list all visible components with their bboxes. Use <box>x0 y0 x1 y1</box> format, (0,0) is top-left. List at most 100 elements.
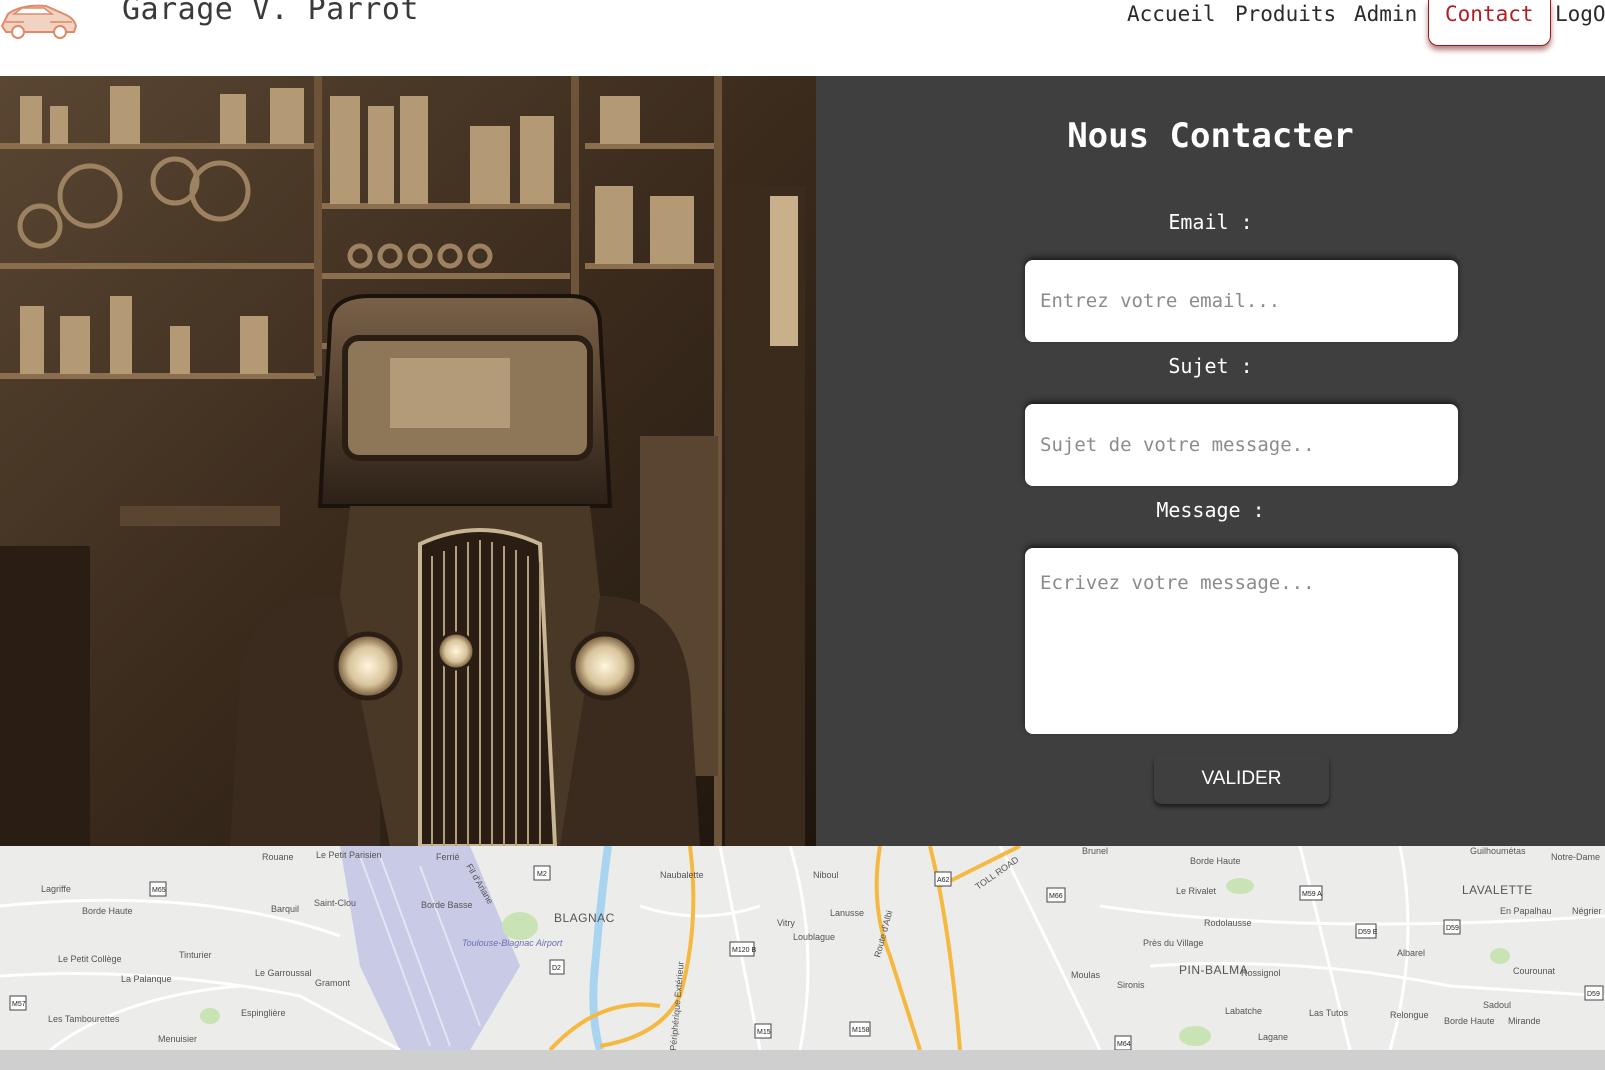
map-label: Relongue <box>1390 1010 1429 1020</box>
svg-text:M59 A: M59 A <box>1302 891 1322 898</box>
map-label: Lagane <box>1258 1032 1288 1042</box>
map-label: Naubalette <box>660 870 704 880</box>
road-shield: M59 A <box>1299 885 1323 901</box>
svg-text:M158: M158 <box>852 1027 870 1034</box>
map-label: Guilhoumétas <box>1470 846 1526 856</box>
map-label: Espinglière <box>241 1008 286 1018</box>
svg-text:D59 E: D59 E <box>1358 929 1378 936</box>
map-label: Moulas <box>1071 970 1101 980</box>
road-shield: M57 <box>9 995 27 1011</box>
map-label: Brunel <box>1082 846 1108 856</box>
location-map[interactable]: Rouane Le Petit Parisien Ferrié Fil d'Ar… <box>0 846 1605 1050</box>
nav-produits[interactable]: Produits <box>1235 0 1336 44</box>
road-shield: M65 <box>149 881 167 897</box>
road-shield: M120 B <box>729 941 756 957</box>
minor-roads <box>0 846 1605 1050</box>
map-label: Près du Village <box>1143 938 1203 948</box>
road-shield: D2 <box>549 959 565 975</box>
map-label: Le Petit Collège <box>58 954 122 964</box>
map-label: LAVALETTE <box>1462 883 1533 897</box>
map-label: Menuisier <box>158 1034 197 1044</box>
svg-text:M66: M66 <box>1049 893 1063 900</box>
map-label: Borde Haute <box>1190 856 1241 866</box>
svg-text:D2: D2 <box>552 965 561 972</box>
svg-text:D59: D59 <box>1587 991 1600 998</box>
svg-text:M65: M65 <box>152 887 166 894</box>
road-shield: D59 <box>1443 919 1461 935</box>
map-label: Borde Basse <box>421 900 473 910</box>
contact-form-panel: Nous Contacter Email : Sujet : Message :… <box>816 76 1605 846</box>
svg-text:M64: M64 <box>1117 1041 1131 1048</box>
map-label: Notre-Dame <box>1551 852 1600 862</box>
map-label: Mirande <box>1508 1016 1541 1026</box>
road-shield: M15 <box>754 1023 772 1039</box>
map-label: Courounat <box>1513 966 1556 976</box>
map-canvas[interactable]: Rouane Le Petit Parisien Ferrié Fil d'Ar… <box>0 846 1605 1050</box>
map-label: Loublague <box>793 932 835 942</box>
map-label: Les Tambourettes <box>48 1014 120 1024</box>
map-label: Borde Haute <box>82 906 133 916</box>
map-label: Borde Haute <box>1444 1016 1495 1026</box>
map-label: Lagriffe <box>41 884 71 894</box>
svg-text:M15: M15 <box>757 1029 771 1036</box>
road-shield: M158 <box>849 1021 871 1037</box>
submit-button[interactable]: VALIDER <box>1154 754 1329 804</box>
svg-text:M120 B: M120 B <box>732 947 756 954</box>
road-shield: A62 <box>934 871 952 887</box>
svg-text:M2: M2 <box>537 871 547 878</box>
map-label: Barquil <box>271 904 299 914</box>
site-title: Garage V. Parrot <box>122 0 419 27</box>
road-shield: D59 E <box>1355 923 1378 939</box>
map-label: La Palanque <box>121 974 172 984</box>
map-label: Tinturier <box>179 950 212 960</box>
road-shield: M66 <box>1046 887 1066 903</box>
map-label: Albarel <box>1397 948 1425 958</box>
nav-logout[interactable]: LogOut <box>1555 0 1605 44</box>
subject-label: Sujet : <box>1168 354 1253 378</box>
map-label: Le Rivalet <box>1176 886 1217 896</box>
map-label: En Papalhau <box>1500 906 1552 916</box>
map-label: Négrier <box>1572 906 1602 916</box>
map-label: Périphérique Extérieur <box>668 961 686 1050</box>
road-shield: M64 <box>1114 1035 1132 1050</box>
map-label: Rodolausse <box>1204 918 1252 928</box>
map-label: Niboul <box>813 870 839 880</box>
car-logo-icon[interactable] <box>0 0 80 40</box>
map-label: Le Petit Parisien <box>316 850 382 860</box>
svg-text:M57: M57 <box>12 1001 26 1008</box>
map-label: Route d'Albi <box>872 909 894 958</box>
message-field[interactable] <box>1025 548 1458 734</box>
site-header: Garage V. Parrot Accueil Produits Admin … <box>0 0 1605 76</box>
message-label: Message : <box>1156 498 1265 522</box>
map-label: Rossignol <box>1241 968 1281 978</box>
nav-accueil[interactable]: Accueil <box>1127 0 1216 44</box>
page-bottom-bar <box>0 1050 1605 1070</box>
map-label: Labatche <box>1225 1006 1262 1016</box>
road-shield: M2 <box>533 865 551 881</box>
map-label: PIN-BALMA <box>1179 963 1248 977</box>
map-label: Lanusse <box>830 908 864 918</box>
subject-field[interactable] <box>1025 404 1458 486</box>
map-label: Rouane <box>262 852 294 862</box>
email-field[interactable] <box>1025 260 1458 342</box>
email-label: Email : <box>1168 210 1253 234</box>
river <box>589 846 612 1050</box>
map-label: Ferrié <box>436 852 460 862</box>
map-label: Sadoul <box>1483 1000 1511 1010</box>
map-label: Toulouse-Blagnac Airport <box>462 938 563 948</box>
road-shield: D59 <box>1584 985 1604 1001</box>
map-label: Saint-Clou <box>314 898 356 908</box>
contact-title: Nous Contacter <box>1067 116 1354 156</box>
nav-contact[interactable]: Contact <box>1428 0 1551 46</box>
map-place-labels: Rouane Le Petit Parisien Ferrié Fil d'Ar… <box>41 846 1602 1050</box>
map-label: Las Tutos <box>1309 1008 1349 1018</box>
map-label: BLAGNAC <box>554 911 615 925</box>
svg-text:D59: D59 <box>1446 925 1459 932</box>
map-label: Le Garroussal <box>255 968 312 978</box>
nav-admin[interactable]: Admin <box>1354 0 1417 44</box>
map-label: Sironis <box>1117 980 1145 990</box>
svg-text:A62: A62 <box>937 877 950 884</box>
garage-photo-illustration <box>0 76 816 846</box>
map-label: Vitry <box>777 918 795 928</box>
map-label: Gramont <box>315 978 351 988</box>
